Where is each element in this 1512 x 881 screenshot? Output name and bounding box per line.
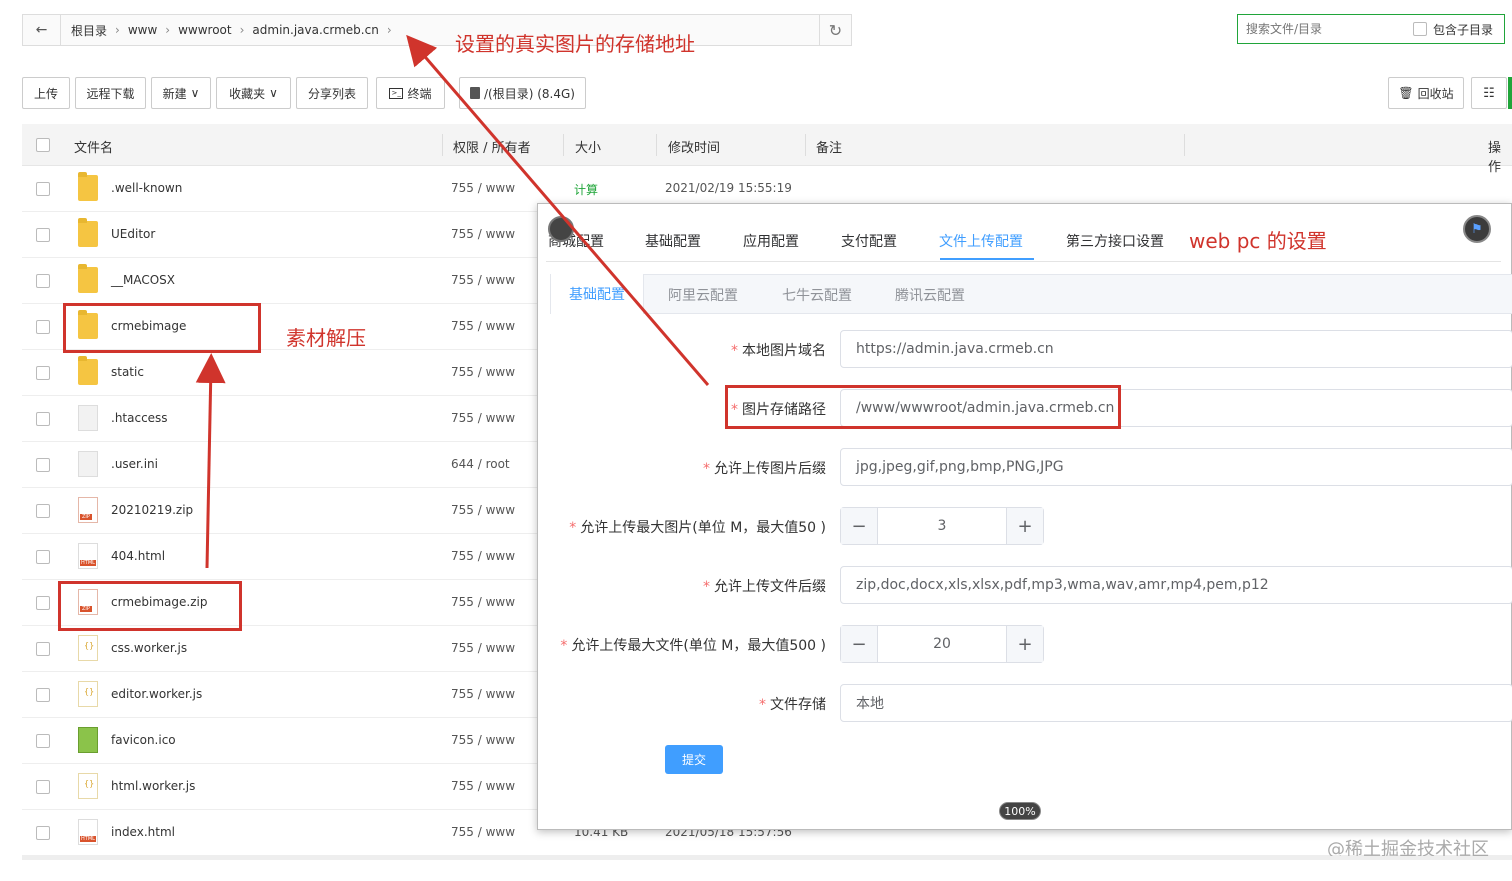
annotation-arrows [195, 34, 710, 569]
table-footer-bar [22, 856, 1512, 860]
arrow-to-folder [195, 353, 226, 569]
arrow-to-path [406, 34, 710, 386]
